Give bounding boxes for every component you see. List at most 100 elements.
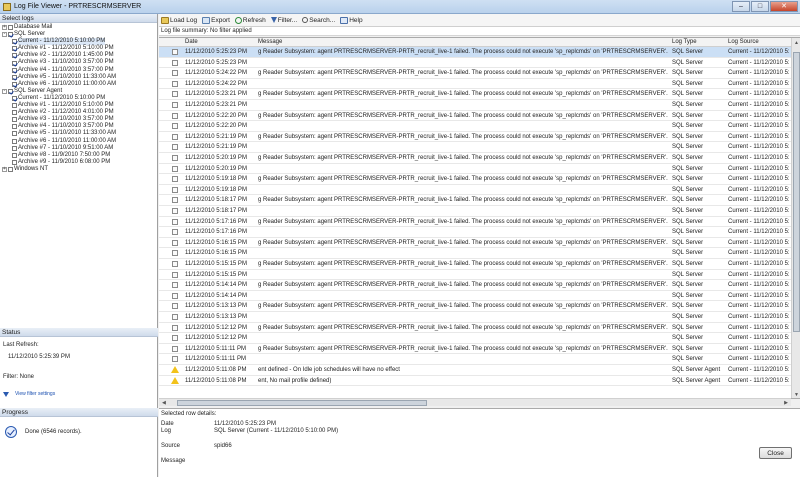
horizontal-scrollbar[interactable]: ◀ ▶	[159, 398, 791, 406]
horizontal-scroll-thumb[interactable]	[177, 400, 427, 406]
tree-item[interactable]: Archive #7 - 11/10/2010 9:51:00 AM	[0, 145, 157, 152]
table-row[interactable]: 11/12/2010 5:21:19 PM g Reader Subsystem:…	[159, 132, 791, 143]
column-log-type[interactable]: Log Type	[672, 39, 697, 45]
table-row[interactable]: 11/12/2010 5:17:16 PM SQL Server Current -…	[159, 227, 791, 238]
log-checkbox[interactable]	[12, 81, 17, 87]
table-row[interactable]: 11/12/2010 5:11:11 PM g Reader Subsystem:…	[159, 344, 791, 355]
table-row[interactable]: 11/12/2010 5:25:23 PM SQL Server Current -…	[159, 58, 791, 69]
log-checkbox[interactable]	[12, 74, 17, 80]
log-checkbox[interactable]	[12, 67, 17, 73]
column-log-source[interactable]: Log Source	[728, 39, 759, 45]
log-checkbox[interactable]	[8, 32, 13, 38]
tree-item[interactable]: Archive #9 - 11/9/2010 6:08:00 PM	[0, 159, 157, 166]
table-row[interactable]: 11/12/2010 5:20:19 PM g Reader Subsystem:…	[159, 153, 791, 164]
table-row[interactable]: 11/12/2010 5:13:13 PM SQL Server Current -…	[159, 312, 791, 323]
vertical-scrollbar[interactable]: ▲ ▼	[791, 38, 800, 398]
tree-item[interactable]: Archive #3 - 11/10/2010 3:57:00 PM	[0, 116, 157, 123]
table-row[interactable]: 11/12/2010 5:21:19 PM SQL Server Current -…	[159, 142, 791, 153]
table-row[interactable]: 11/12/2010 5:23:21 PM SQL Server Current -…	[159, 100, 791, 111]
table-row[interactable]: 11/12/2010 5:14:14 PM SQL Server Current -…	[159, 291, 791, 302]
table-row[interactable]: 11/12/2010 5:24:22 PM g Reader Subsystem:…	[159, 68, 791, 79]
tree-item[interactable]: Archive #4 - 11/10/2010 3:57:00 PM	[0, 123, 157, 130]
log-checkbox[interactable]	[12, 152, 17, 158]
log-checkbox[interactable]	[12, 145, 17, 151]
table-row[interactable]: 11/12/2010 5:24:22 PM SQL Server Current -…	[159, 79, 791, 90]
log-checkbox[interactable]	[12, 110, 17, 116]
log-checkbox[interactable]	[12, 124, 17, 130]
table-row[interactable]: 11/12/2010 5:25:23 PM g Reader Subsystem:…	[159, 47, 791, 58]
table-row[interactable]: 11/12/2010 5:18:17 PM g Reader Subsystem:…	[159, 195, 791, 206]
log-checkbox[interactable]	[8, 25, 13, 31]
table-row[interactable]: 11/12/2010 5:12:12 PM g Reader Subsystem:…	[159, 323, 791, 334]
help-button[interactable]: Help	[340, 16, 363, 24]
table-row[interactable]: 11/12/2010 5:19:18 PM g Reader Subsystem:…	[159, 174, 791, 185]
log-checkbox[interactable]	[12, 138, 17, 144]
table-row[interactable]: 11/12/2010 5:12:12 PM SQL Server Current -…	[159, 333, 791, 344]
tree-item[interactable]: Archive #6 - 11/10/2010 11:00:00 AM	[0, 138, 157, 145]
log-checkbox[interactable]	[8, 166, 13, 172]
log-checkbox[interactable]	[12, 159, 17, 165]
tree-item[interactable]: - SQL Server Agent	[0, 88, 157, 95]
tree-item[interactable]: Archive #8 - 11/9/2010 7:50:00 PM	[0, 152, 157, 159]
scroll-down-icon[interactable]: ▼	[794, 392, 799, 398]
tree-item[interactable]: Current - 11/12/2010 5:10:00 PM	[0, 95, 157, 102]
table-row[interactable]: 11/12/2010 5:16:15 PM g Reader Subsystem:…	[159, 238, 791, 249]
scroll-up-icon[interactable]: ▲	[794, 40, 799, 46]
collapse-icon[interactable]: -	[2, 32, 7, 38]
log-checkbox[interactable]	[8, 88, 13, 94]
expand-icon[interactable]: +	[2, 166, 7, 172]
view-filter-settings-link[interactable]: View filter settings	[15, 391, 55, 397]
log-checkbox[interactable]	[12, 117, 17, 123]
log-checkbox[interactable]	[12, 39, 17, 45]
minimize-button[interactable]: –	[732, 1, 750, 12]
log-checkbox[interactable]	[12, 53, 17, 59]
expand-icon[interactable]: +	[2, 25, 7, 31]
export-button[interactable]: Export	[202, 16, 230, 24]
tree-item[interactable]: Archive #2 - 11/12/2010 4:01:00 PM	[0, 109, 157, 116]
tree-item[interactable]: Archive #3 - 11/10/2010 3:57:00 PM	[0, 59, 157, 66]
column-message[interactable]: Message	[258, 39, 282, 45]
table-row[interactable]: 11/12/2010 5:22:20 PM SQL Server Current -…	[159, 121, 791, 132]
table-row[interactable]: 11/12/2010 5:20:19 PM SQL Server Current -…	[159, 164, 791, 175]
table-row[interactable]: 11/12/2010 5:17:16 PM g Reader Subsystem:…	[159, 217, 791, 228]
tree-item[interactable]: Archive #5 - 11/10/2010 11:33:00 AM	[0, 130, 157, 137]
tree-item[interactable]: Archive #1 - 11/12/2010 5:10:00 PM	[0, 45, 157, 52]
log-checkbox[interactable]	[12, 131, 17, 137]
maximize-button[interactable]: □	[751, 1, 769, 12]
refresh-button[interactable]: Refresh	[234, 16, 266, 24]
column-date[interactable]: Date	[185, 39, 198, 45]
search-button[interactable]: Search...	[302, 17, 335, 24]
collapse-icon[interactable]: -	[2, 88, 7, 94]
tree-item[interactable]: Archive #4 - 11/10/2010 3:57:00 PM	[0, 67, 157, 74]
table-row[interactable]: 11/12/2010 5:11:11 PM SQL Server Current -…	[159, 354, 791, 365]
scroll-left-icon[interactable]: ◀	[162, 400, 166, 406]
tree-item[interactable]: Archive #1 - 11/12/2010 5:10:00 PM	[0, 102, 157, 109]
table-row[interactable]: 11/12/2010 5:14:14 PM g Reader Subsystem:…	[159, 280, 791, 291]
table-row[interactable]: 11/12/2010 5:15:15 PM g Reader Subsystem:…	[159, 259, 791, 270]
table-row[interactable]: 11/12/2010 5:19:18 PM SQL Server Current -…	[159, 185, 791, 196]
table-row[interactable]: 11/12/2010 5:13:13 PM g Reader Subsystem:…	[159, 301, 791, 312]
window-close-button[interactable]: ✕	[770, 1, 798, 12]
table-row[interactable]: 11/12/2010 5:11:08 PM ent defined - On Id…	[159, 365, 791, 376]
log-checkbox[interactable]	[12, 103, 17, 109]
log-checkbox[interactable]	[12, 60, 17, 66]
table-row[interactable]: 11/12/2010 5:15:15 PM SQL Server Current -…	[159, 270, 791, 281]
tree-item[interactable]: Archive #6 - 11/10/2010 11:00:00 AM	[0, 81, 157, 88]
tree-item[interactable]: Current - 11/12/2010 5:10:00 PM	[0, 38, 157, 46]
table-row[interactable]: 11/12/2010 5:18:17 PM SQL Server Current -…	[159, 206, 791, 217]
load-log-button[interactable]: Load Log	[161, 16, 197, 24]
filter-button[interactable]: Filter...	[270, 17, 297, 24]
tree-item[interactable]: + Database Mail	[0, 24, 157, 31]
close-button[interactable]: Close	[759, 447, 792, 459]
table-row[interactable]: 11/12/2010 5:23:21 PM g Reader Subsystem:…	[159, 89, 791, 100]
table-row[interactable]: 11/12/2010 5:16:15 PM SQL Server Current -…	[159, 248, 791, 259]
tree-item[interactable]: - SQL Server	[0, 31, 157, 38]
table-row[interactable]: 11/12/2010 5:11:08 PM ent, No mail profil…	[159, 376, 791, 387]
view-filter-row[interactable]: View filter settings	[0, 391, 55, 397]
vertical-scroll-thumb[interactable]	[793, 52, 800, 332]
tree-item[interactable]: + Windows NT	[0, 166, 157, 173]
log-checkbox[interactable]	[12, 46, 17, 52]
tree-item[interactable]: Archive #5 - 11/10/2010 11:33:00 AM	[0, 74, 157, 81]
log-checkbox[interactable]	[12, 95, 17, 101]
table-row[interactable]: 11/12/2010 5:22:20 PM g Reader Subsystem:…	[159, 111, 791, 122]
